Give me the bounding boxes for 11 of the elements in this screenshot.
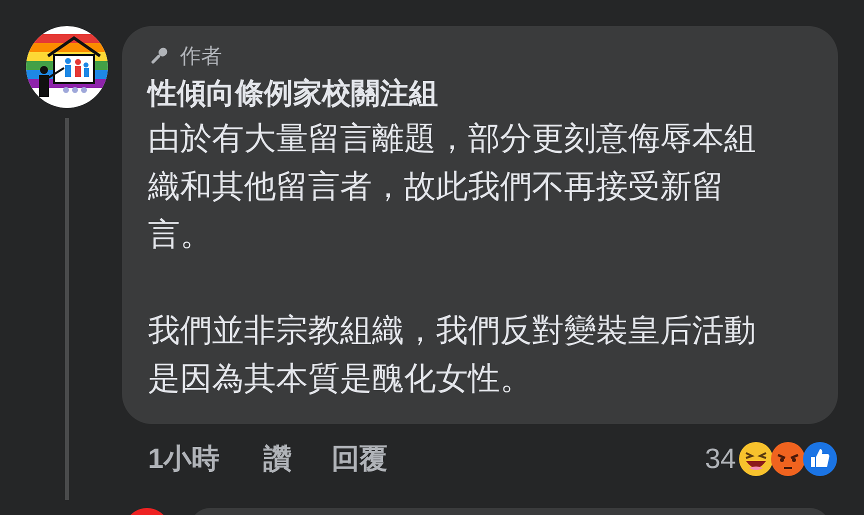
timestamp[interactable]: 1小時 — [148, 440, 220, 478]
angry-emoji-icon — [770, 441, 806, 477]
author-label: 作者 — [180, 44, 222, 70]
reaction-count[interactable]: 34 — [704, 443, 736, 475]
thumbs-up-icon — [802, 441, 838, 477]
author-name[interactable]: 性傾向條例家校關注組 — [148, 74, 798, 114]
comment-text: 我們並非宗教組織，我們反對變裝皇后活動是因為其本質是醜化女性。 — [148, 311, 757, 398]
action-link[interactable]: 回覆 — [332, 440, 388, 478]
action-link[interactable]: 讚 — [264, 440, 292, 478]
laughing-emoji-icon — [738, 441, 774, 477]
comment-text: 由於有大量留言離題，部分更刻意侮辱本組織和其他留言者，故此我們不再接受新留言。 — [148, 119, 757, 254]
